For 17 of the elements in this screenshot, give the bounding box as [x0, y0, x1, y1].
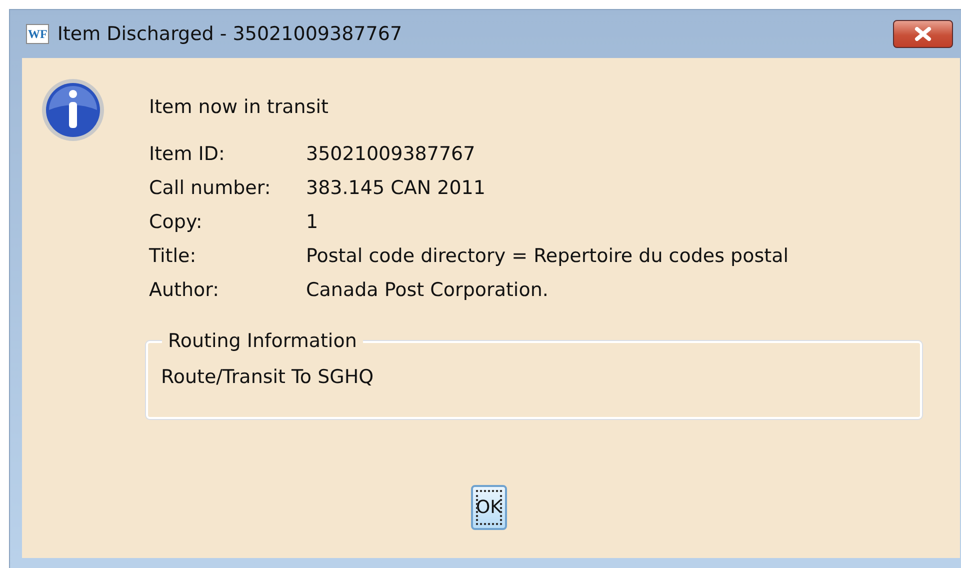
field-value: Canada Post Corporation.: [306, 278, 550, 303]
field-value: Postal code directory = Repertoire du codes postal: [306, 244, 790, 269]
field-label: Author:: [149, 278, 220, 303]
message-text: Item now in transit: [149, 95, 330, 120]
field-label: Title:: [149, 244, 198, 269]
close-button[interactable]: [893, 20, 953, 48]
app-logo: WF: [26, 24, 50, 44]
field-value: 383.145 CAN 2011: [306, 176, 486, 201]
field-value: 35021009387767: [306, 142, 476, 167]
close-icon: [912, 27, 934, 41]
window-title: Item Discharged - 35021009387767: [57, 23, 404, 45]
field-label: Call number:: [149, 176, 272, 201]
field-label: Item ID:: [149, 142, 226, 167]
field-value: 1: [306, 210, 320, 235]
info-icon: [41, 78, 105, 142]
field-label: Copy:: [149, 210, 204, 235]
routing-text: Route/Transit To SGHQ: [161, 365, 375, 390]
